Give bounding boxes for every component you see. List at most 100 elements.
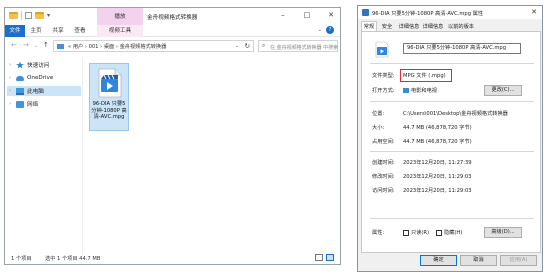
divider (370, 101, 534, 102)
location-value: C:\Users\001\Desktop\金舟视频格式转换器 (403, 111, 508, 117)
change-button[interactable]: 更改(C)... (484, 85, 522, 96)
divider (370, 151, 534, 152)
opens-with-value: 电影和电视 (403, 87, 437, 94)
tab-view[interactable]: 查看 (71, 25, 89, 37)
item-count: 1 个项目 (11, 256, 32, 262)
hidden-label: 隐藏(H) (444, 230, 463, 236)
chevron-down-icon[interactable]: ⌄ (235, 43, 239, 49)
file-item[interactable]: 96-DIA 只要5分钟-1080P 高清-AVC.mpg (89, 63, 129, 131)
context-tab-label: 播放 (114, 14, 126, 20)
context-tab-play[interactable]: 播放 (97, 8, 143, 25)
tab-home[interactable]: 主页 (27, 25, 45, 37)
accessed-value: 2023年12月20日, 11:29:03 (403, 188, 472, 194)
recent-locations-icon[interactable]: ⌄ (34, 43, 38, 49)
back-arrow-icon[interactable]: ← (11, 41, 17, 49)
toolbar-divider (21, 11, 22, 20)
search-input[interactable]: ⌕ 在 金舟视频格式转换器 中搜索 (258, 40, 338, 52)
advanced-button[interactable]: 高级(D)... (484, 227, 522, 238)
help-icon[interactable]: ? (326, 26, 334, 34)
search-placeholder: 在 金舟视频格式转换器 中搜索 (270, 45, 339, 51)
nav-item-label: 此电脑 (27, 89, 44, 95)
address-bar[interactable]: « 用户 › 001 › 桌面 › 金舟视频格式转换器 ⌄ ↻ (53, 40, 254, 52)
size-label: 大小: (372, 125, 385, 131)
minimize-icon[interactable]: – (278, 11, 288, 19)
close-icon[interactable]: ✕ (326, 11, 336, 19)
apply-button[interactable]: 应用(A) (500, 255, 537, 266)
window-title: 金舟视频格式转换器 (147, 15, 198, 21)
chevron-right-icon[interactable]: › (7, 88, 13, 94)
opens-with-app: 电影和电视 (411, 88, 437, 94)
network-icon (16, 100, 24, 108)
chevron-right-icon[interactable]: › (7, 75, 13, 81)
star-icon (16, 61, 24, 69)
ok-button[interactable]: 确定 (420, 255, 457, 266)
file-list-area: 96-DIA 只要5分钟-1080P 高清-AVC.mpg (85, 58, 340, 254)
new-folder-icon[interactable] (35, 12, 44, 19)
details-view-icon[interactable] (315, 254, 323, 261)
ribbon-tabs: 文件 主页 共享 查看 视频工具 ⌄ ? (5, 25, 340, 37)
modified-value: 2023年12月20日, 11:29:03 (403, 174, 472, 180)
tab-video-tools[interactable]: 视频工具 (97, 25, 143, 37)
nav-item-label: 快速访问 (27, 63, 50, 69)
status-bar: 1 个项目 选中 1 个项目 44.7 MB (5, 252, 340, 264)
nav-item-label: 网络 (27, 102, 39, 108)
large-icons-view-icon[interactable] (326, 254, 334, 261)
ribbon-right-controls: ⌄ ? (318, 26, 334, 34)
maximize-icon[interactable]: □ (302, 11, 312, 19)
title-bar: ▾ 播放 金舟视频格式转换器 – □ ✕ (5, 8, 340, 25)
chevron-right-icon[interactable]: › (7, 62, 13, 68)
chevron-down-icon[interactable]: ▾ (47, 12, 50, 19)
quick-access-toolbar: ▾ (9, 11, 50, 20)
properties-icon[interactable] (25, 12, 32, 19)
window-controls: – □ ✕ (278, 11, 336, 19)
created-value: 2023年12月20日, 11:27:39 (403, 160, 472, 166)
chevron-right-icon[interactable]: › (7, 101, 13, 107)
forward-arrow-icon[interactable]: → (23, 41, 29, 49)
nav-item-quick-access[interactable]: › 快速访问 (7, 60, 81, 70)
file-name-label: 96-DIA 只要5分钟-1080P 高清-AVC.mpg (91, 101, 127, 121)
checkbox-box[interactable] (436, 229, 442, 236)
general-tab-panel: 96-DIA 只要5分钟-1080P 高清-AVC.mpg 文件类型: MPG … (361, 31, 541, 253)
folder-icon (9, 12, 18, 19)
created-label: 创建时间: (372, 160, 395, 166)
file-name-field[interactable]: 96-DIA 只要5分钟-1080P 高清-AVC.mpg (403, 43, 521, 54)
navigation-pane: › 快速访问 › OneDrive › 此电脑 › 网络 (5, 58, 83, 254)
location-label: 位置: (372, 111, 385, 117)
file-explorer-window: ▾ 播放 金舟视频格式转换器 – □ ✕ 文件 主页 共享 查看 视频工具 ⌄ … (4, 7, 341, 265)
divider (370, 218, 534, 219)
video-file-icon (375, 41, 389, 58)
readonly-label: 只读(R) (411, 230, 430, 236)
view-toggle (315, 254, 334, 261)
accessed-label: 访问时间: (372, 188, 395, 194)
modified-label: 修改时间: (372, 174, 395, 180)
close-icon[interactable]: ✕ (531, 8, 537, 16)
opens-with-label: 打开方式: (372, 88, 395, 94)
cancel-button[interactable]: 取消 (460, 255, 497, 266)
nav-item-label: OneDrive (27, 75, 54, 81)
tab-file[interactable]: 文件 (5, 25, 25, 37)
disk-size-value: 44.7 MB (46,878,720 字节) (403, 139, 472, 145)
address-path: « 用户 › 001 › 桌面 › 金舟视频格式转换器 (68, 44, 167, 50)
nav-item-this-pc[interactable]: › 此电脑 (7, 86, 81, 96)
address-row: ← → ⌄ ↑ « 用户 › 001 › 桌面 › 金舟视频格式转换器 ⌄ ↻ … (5, 38, 340, 54)
up-arrow-icon[interactable]: ↑ (43, 41, 49, 49)
expand-ribbon-icon[interactable]: ⌄ (318, 27, 322, 33)
disk-size-label: 占用空间: (372, 139, 395, 145)
hidden-checkbox[interactable]: 隐藏(H) (436, 229, 462, 236)
readonly-checkbox[interactable]: 只读(R) (403, 229, 429, 236)
attributes-label: 属性: (372, 230, 385, 236)
folder-icon (57, 44, 64, 49)
nav-item-network[interactable]: › 网络 (7, 99, 81, 109)
movies-tv-icon (403, 88, 409, 93)
video-file-icon (98, 68, 122, 98)
cloud-icon (16, 75, 24, 81)
tab-share[interactable]: 共享 (49, 25, 67, 37)
checkbox-box[interactable] (403, 229, 409, 236)
computer-icon (16, 87, 24, 95)
file-type-label: 文件类型: (372, 73, 395, 79)
video-file-icon (362, 9, 369, 16)
file-type-value: MPG 文件 (.mpg) (403, 73, 446, 79)
refresh-icon[interactable]: ↻ (245, 42, 250, 50)
nav-item-onedrive[interactable]: › OneDrive (7, 73, 81, 83)
size-value: 44.7 MB (46,878,720 字节) (403, 125, 472, 131)
